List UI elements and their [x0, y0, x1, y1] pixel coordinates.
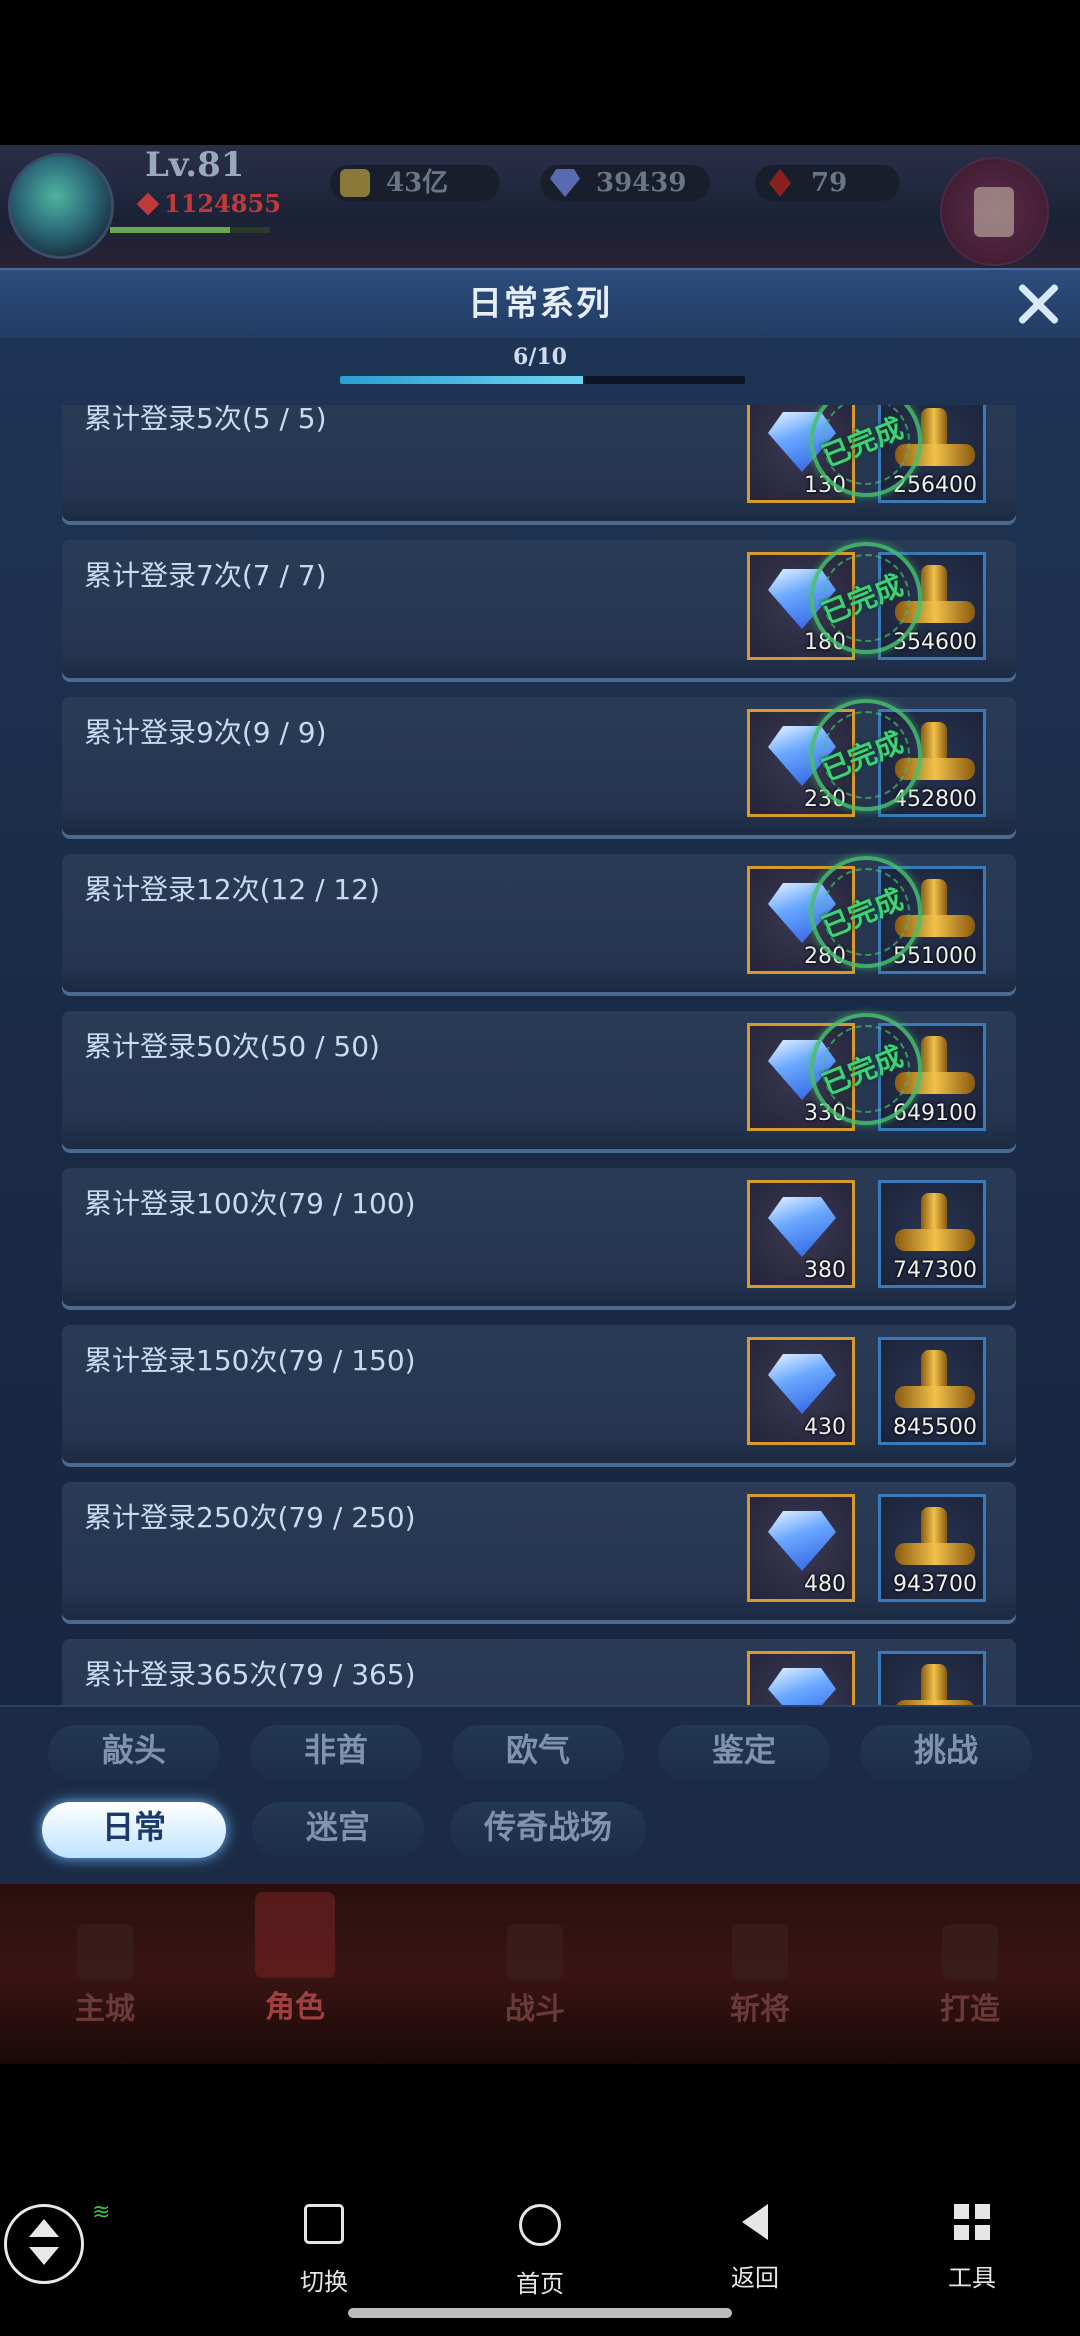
- reward-diamond-slot[interactable]: [747, 1651, 855, 1705]
- quest-scroll-button[interactable]: [940, 157, 1049, 266]
- gold-coin-pile: [895, 1543, 975, 1565]
- player-avatar[interactable]: [8, 153, 114, 259]
- task-row[interactable]: 累计登录365次(79 / 365): [62, 1639, 1016, 1705]
- diamond-icon: [768, 1511, 836, 1571]
- task-label: 累计登录5次(5 / 5): [84, 405, 327, 435]
- close-icon[interactable]: [1010, 276, 1066, 332]
- diamond-icon: [768, 1354, 836, 1414]
- reward-gold-slot[interactable]: [878, 1651, 986, 1705]
- category-tabs: 敲头 非酋 欧气 鉴定 挑战 日常 迷宫 传奇战场: [0, 1705, 1080, 1888]
- task-label: 累计登录150次(79 / 150): [84, 1344, 416, 1377]
- sword-icon: [136, 192, 160, 216]
- gold-ingot-icon: [340, 169, 370, 197]
- ruby-icon: [769, 169, 791, 197]
- assistive-touch-icon[interactable]: [4, 2204, 84, 2284]
- tab-daily[interactable]: 日常: [42, 1802, 226, 1858]
- nav-battle[interactable]: 战斗: [470, 1924, 600, 2044]
- wifi-icon: ≋: [92, 2200, 111, 2225]
- reward-diamond-slot[interactable]: 380: [747, 1180, 855, 1288]
- task-row[interactable]: 累计登录250次(79 / 250) 480 943700: [62, 1482, 1016, 1620]
- combat-power: 1124855: [136, 189, 281, 218]
- reward-gold-slot[interactable]: 943700: [878, 1494, 986, 1602]
- reward-gold-qty: 845500: [893, 1415, 977, 1440]
- diamond-icon: [768, 1197, 836, 1257]
- tab-qiaotou[interactable]: 敲头: [48, 1725, 220, 1781]
- gold-coin-pile: [895, 1386, 975, 1408]
- task-label: 累计登录100次(79 / 100): [84, 1187, 416, 1220]
- combat-power-value: 1124855: [164, 189, 281, 218]
- scroll-icon: [974, 187, 1014, 237]
- tab-jianding[interactable]: 鉴定: [658, 1725, 830, 1781]
- panel-title: 日常系列: [468, 284, 612, 324]
- player-level: Lv.81: [145, 145, 245, 185]
- task-row[interactable]: 累计登录9次(9 / 9) 230 452800 已完成: [62, 697, 1016, 835]
- task-row[interactable]: 累计登录100次(79 / 100) 380 747300: [62, 1168, 1016, 1306]
- task-list[interactable]: 累计登录5次(5 / 5) 130 256400 已完成累计登录7次(7 / 7) 18…: [0, 405, 1080, 1705]
- reward-diamond-slot[interactable]: 430: [747, 1337, 855, 1445]
- reward-diamond-qty: 380: [804, 1258, 846, 1283]
- task-label: 累计登录12次(12 / 12): [84, 873, 380, 906]
- top-hud: Lv.81 1124855 43亿 39439 79: [0, 145, 1080, 270]
- anvil-icon: [942, 1924, 998, 1980]
- nav-generals[interactable]: 斩将: [695, 1924, 825, 2044]
- reward-diamond-qty: 430: [804, 1415, 846, 1440]
- nav-main-city[interactable]: 主城: [40, 1924, 170, 2044]
- back-triangle-icon: [742, 2204, 768, 2240]
- diamond-icon: [768, 1668, 836, 1705]
- experience-bar: [110, 227, 270, 233]
- task-row[interactable]: 累计登录5次(5 / 5) 130 256400 已完成: [62, 405, 1016, 521]
- tab-ouqi[interactable]: 欧气: [452, 1725, 624, 1781]
- game-bottom-nav: 主城 角色 战斗 斩将 打造: [0, 1884, 1080, 2064]
- task-label: 累计登录9次(9 / 9): [84, 716, 327, 749]
- tools-button[interactable]: 工具: [912, 2204, 1032, 2293]
- reward-diamond-slot[interactable]: 480: [747, 1494, 855, 1602]
- series-progress-text: 6/10: [513, 344, 567, 370]
- nav-forge[interactable]: 打造: [905, 1924, 1035, 2044]
- circle-icon: [519, 2204, 561, 2246]
- back-button[interactable]: 返回: [695, 2204, 815, 2293]
- task-row[interactable]: 累计登录7次(7 / 7) 180 354600 已完成: [62, 540, 1016, 678]
- series-progress-bar: [340, 376, 745, 384]
- grid-icon: [954, 2204, 990, 2240]
- system-navigation-bar: ≋ 切换 首页 返回 工具: [0, 2174, 1080, 2336]
- crossed-swords-icon: [507, 1924, 563, 1980]
- task-label: 累计登录250次(79 / 250): [84, 1501, 416, 1534]
- nav-character[interactable]: 角色: [230, 1892, 360, 2025]
- helmet-icon: [255, 1892, 335, 1978]
- tab-maze[interactable]: 迷宫: [252, 1802, 424, 1858]
- switch-button[interactable]: 切换: [264, 2204, 384, 2297]
- reward-gold-slot[interactable]: 845500: [878, 1337, 986, 1445]
- diamond-balance[interactable]: 39439: [540, 165, 710, 201]
- panel-header: 日常系列: [0, 270, 1080, 338]
- gold-coin-pile: [895, 1229, 975, 1251]
- task-row[interactable]: 累计登录12次(12 / 12) 280 551000 已完成: [62, 854, 1016, 992]
- task-label: 累计登录50次(50 / 50): [84, 1030, 380, 1063]
- reward-gold-qty: 943700: [893, 1572, 977, 1597]
- shield-icon: [732, 1924, 788, 1980]
- diamond-icon: [550, 169, 580, 197]
- home-button[interactable]: 首页: [480, 2204, 600, 2299]
- reward-gold-qty: 747300: [893, 1258, 977, 1283]
- task-label: 累计登录365次(79 / 365): [84, 1658, 416, 1691]
- tab-legend-battlefield[interactable]: 传奇战场: [450, 1802, 646, 1858]
- gold-coin-stack-icon: [921, 1664, 947, 1705]
- task-row[interactable]: 累计登录50次(50 / 50) 330 649100 已完成: [62, 1011, 1016, 1149]
- ruby-balance[interactable]: 79: [755, 165, 900, 201]
- square-icon: [304, 2204, 344, 2244]
- gold-balance[interactable]: 43亿: [330, 165, 500, 201]
- home-indicator[interactable]: [348, 2308, 732, 2318]
- castle-icon: [77, 1924, 133, 1980]
- series-progress-fill: [340, 376, 583, 384]
- task-label: 累计登录7次(7 / 7): [84, 559, 327, 592]
- tab-tiaozhan[interactable]: 挑战: [860, 1725, 1032, 1781]
- reward-gold-slot[interactable]: 747300: [878, 1180, 986, 1288]
- reward-diamond-qty: 480: [804, 1572, 846, 1597]
- task-row[interactable]: 累计登录150次(79 / 150) 430 845500: [62, 1325, 1016, 1463]
- daily-series-panel: 日常系列 6/10 累计登录5次(5 / 5) 130 256400 已完成累计登录7…: [0, 268, 1080, 1888]
- tab-feiqiu[interactable]: 非酋: [250, 1725, 422, 1781]
